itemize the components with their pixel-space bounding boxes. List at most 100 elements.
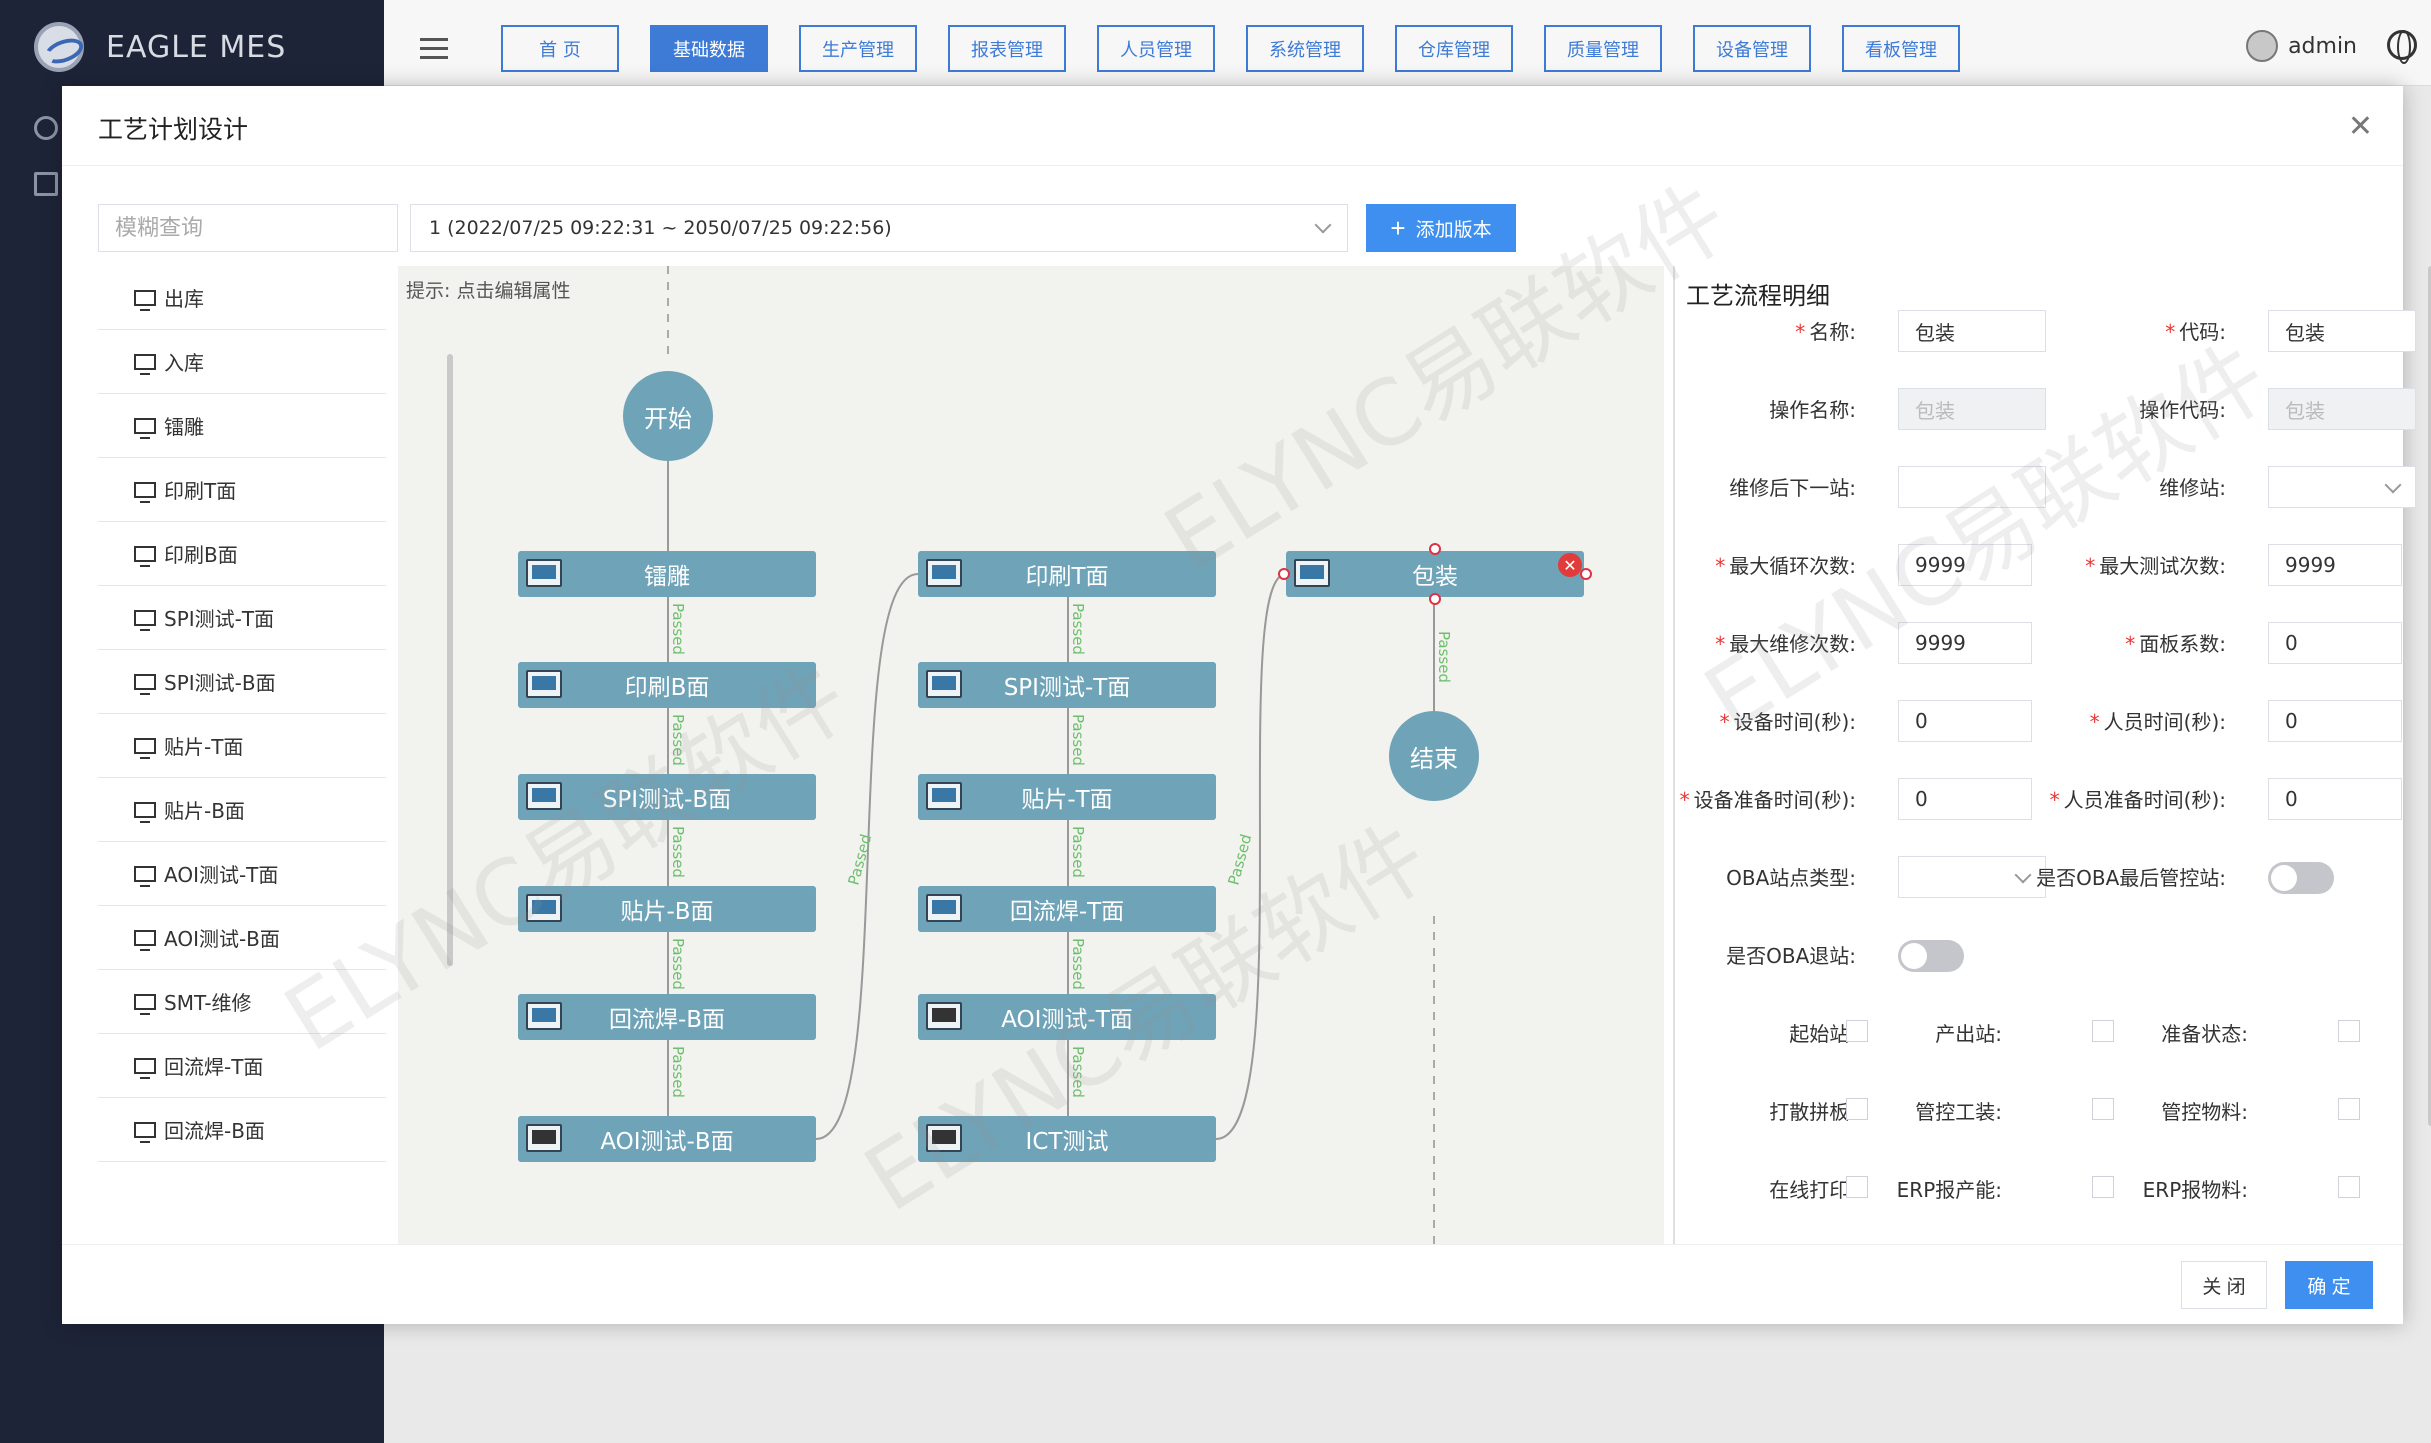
start-station-checkbox[interactable] <box>1846 1020 1868 1042</box>
station-list-item[interactable]: 印刷B面 <box>98 522 386 586</box>
flow-node[interactable]: 贴片-B面 <box>518 886 816 932</box>
computer-icon <box>926 670 962 698</box>
flow-node[interactable]: 印刷T面 <box>918 551 1216 597</box>
close-icon[interactable]: ✕ <box>2348 112 2373 142</box>
station-list-item[interactable]: SPI测试-B面 <box>98 650 386 714</box>
station-list-item[interactable]: 贴片-T面 <box>98 714 386 778</box>
monitor-icon <box>134 481 156 503</box>
version-select[interactable]: 1 (2022/07/25 09:22:31 ~ 2050/07/25 09:2… <box>410 204 1348 252</box>
nav-basic-data[interactable]: 基础数据 <box>650 25 768 72</box>
oba-type-select[interactable] <box>1898 856 2046 898</box>
monitor-icon <box>134 1121 156 1143</box>
edge-label: Passed <box>1069 1046 1087 1098</box>
oba-last-toggle[interactable] <box>2268 862 2334 894</box>
menu-circle-icon[interactable] <box>34 116 58 140</box>
name-field[interactable]: 包装 <box>1898 310 2046 352</box>
online-print-checkbox[interactable] <box>1846 1176 1868 1198</box>
max-loop-field[interactable]: 9999 <box>1898 544 2032 586</box>
station-list-item[interactable]: AOI测试-T面 <box>98 842 386 906</box>
station-list-item[interactable]: 回流焊-T面 <box>98 1034 386 1098</box>
menu-ruler-icon[interactable] <box>34 172 58 196</box>
code-field[interactable]: 包装 <box>2268 310 2416 352</box>
flow-node[interactable]: AOI测试-T面 <box>918 994 1216 1040</box>
flow-node[interactable]: 贴片-T面 <box>918 774 1216 820</box>
flow-node[interactable]: 包装 ✕ <box>1278 543 1592 605</box>
delete-node-icon[interactable]: ✕ <box>1558 553 1582 577</box>
staff-time-field[interactable]: 0 <box>2268 700 2402 742</box>
flow-end-node[interactable]: 结束 <box>1389 711 1479 801</box>
monitor-icon <box>134 993 156 1015</box>
add-version-button[interactable]: + 添加版本 <box>1366 204 1516 252</box>
station-list-item[interactable]: 贴片-B面 <box>98 778 386 842</box>
station-list-item[interactable]: 入库 <box>98 330 386 394</box>
station-list-item[interactable]: 出库 <box>98 266 386 330</box>
close-button[interactable]: 关 闭 <box>2181 1261 2267 1309</box>
nav-staff[interactable]: 人员管理 <box>1097 25 1215 72</box>
connection-port[interactable] <box>1429 543 1441 555</box>
flow-node[interactable]: SPI测试-B面 <box>518 774 816 820</box>
monitor-icon <box>134 1057 156 1079</box>
repair-station-select[interactable] <box>2268 466 2416 508</box>
flow-node[interactable]: 回流焊-B面 <box>518 994 816 1040</box>
connection-port[interactable] <box>1580 568 1592 580</box>
flow-node[interactable]: 回流焊-T面 <box>918 886 1216 932</box>
language-globe-icon[interactable] <box>2387 30 2417 64</box>
nav-warehouse[interactable]: 仓库管理 <box>1395 25 1513 72</box>
repair-next-field[interactable] <box>1898 466 2046 508</box>
staff-prep-field[interactable]: 0 <box>2268 778 2402 820</box>
equip-time-field[interactable]: 0 <box>1898 700 2032 742</box>
flow-node[interactable]: 印刷B面 <box>518 662 816 708</box>
station-list-item[interactable]: AOI测试-B面 <box>98 906 386 970</box>
computer-icon <box>526 1002 562 1030</box>
scatter-checkbox[interactable] <box>1846 1098 1868 1120</box>
station-label: 印刷T面 <box>164 479 237 503</box>
equip-prep-field[interactable]: 0 <box>1898 778 2032 820</box>
app-name: EAGLE MES <box>106 29 287 65</box>
oba-exit-toggle[interactable] <box>1898 940 1964 972</box>
station-list-item[interactable]: 镭雕 <box>98 394 386 458</box>
prep-state-checkbox[interactable] <box>2338 1020 2360 1042</box>
equip-prep-label: * 设备准备时间(秒): <box>1679 788 1856 812</box>
station-list-item[interactable]: SPI测试-T面 <box>98 586 386 650</box>
flow-canvas[interactable]: 提示: 点击编辑属性 Passed Passed Passed Passed Passe… <box>398 266 1664 1244</box>
flow-node[interactable]: 镭雕 <box>518 551 816 597</box>
ctrl-tool-checkbox[interactable] <box>2092 1098 2114 1120</box>
connection-port[interactable] <box>1429 593 1441 605</box>
name-label: * 名称: <box>1795 320 1856 344</box>
flow-node-label: 印刷T面 <box>1025 564 1109 590</box>
nav-quality[interactable]: 质量管理 <box>1544 25 1662 72</box>
confirm-button[interactable]: 确 定 <box>2285 1261 2373 1309</box>
connection-port[interactable] <box>1278 568 1290 580</box>
max-test-label: * 最大测试次数: <box>2085 554 2226 578</box>
monitor-icon <box>134 737 156 759</box>
station-list-item[interactable]: 印刷T面 <box>98 458 386 522</box>
station-label: 印刷B面 <box>164 543 238 567</box>
nav-dashboard[interactable]: 看板管理 <box>1842 25 1960 72</box>
flow-start-node[interactable]: 开始 <box>623 371 713 461</box>
station-label: 入库 <box>164 351 204 375</box>
flow-node[interactable]: AOI测试-B面 <box>518 1116 816 1162</box>
nav-equipment[interactable]: 设备管理 <box>1693 25 1811 72</box>
output-station-checkbox[interactable] <box>2092 1020 2114 1042</box>
user-menu[interactable]: admin <box>2246 30 2357 62</box>
nav-production[interactable]: 生产管理 <box>799 25 917 72</box>
panel-factor-field[interactable]: 0 <box>2268 622 2402 664</box>
max-repair-field[interactable]: 9999 <box>1898 622 2032 664</box>
search-input[interactable] <box>98 204 398 252</box>
ctrl-material-checkbox[interactable] <box>2338 1098 2360 1120</box>
station-list-item[interactable]: 回流焊-B面 <box>98 1098 386 1162</box>
erp-capacity-checkbox[interactable] <box>2092 1176 2114 1198</box>
flow-node[interactable]: ICT测试 <box>918 1116 1216 1162</box>
menu-toggle-icon[interactable] <box>420 38 448 60</box>
station-label: SMT-维修 <box>164 991 252 1015</box>
station-list-item[interactable]: SMT-维修 <box>98 970 386 1034</box>
top-header: 首 页 基础数据 生产管理 报表管理 人员管理 系统管理 仓库管理 质量管理 设… <box>384 0 2431 86</box>
erp-material-checkbox[interactable] <box>2338 1176 2360 1198</box>
nav-reports[interactable]: 报表管理 <box>948 25 1066 72</box>
flow-node[interactable]: SPI测试-T面 <box>918 662 1216 708</box>
max-repair-label: * 最大维修次数: <box>1715 632 1856 656</box>
nav-system[interactable]: 系统管理 <box>1246 25 1364 72</box>
nav-home[interactable]: 首 页 <box>501 25 619 72</box>
max-test-field[interactable]: 9999 <box>2268 544 2402 586</box>
list-scrollbar[interactable] <box>447 354 453 966</box>
